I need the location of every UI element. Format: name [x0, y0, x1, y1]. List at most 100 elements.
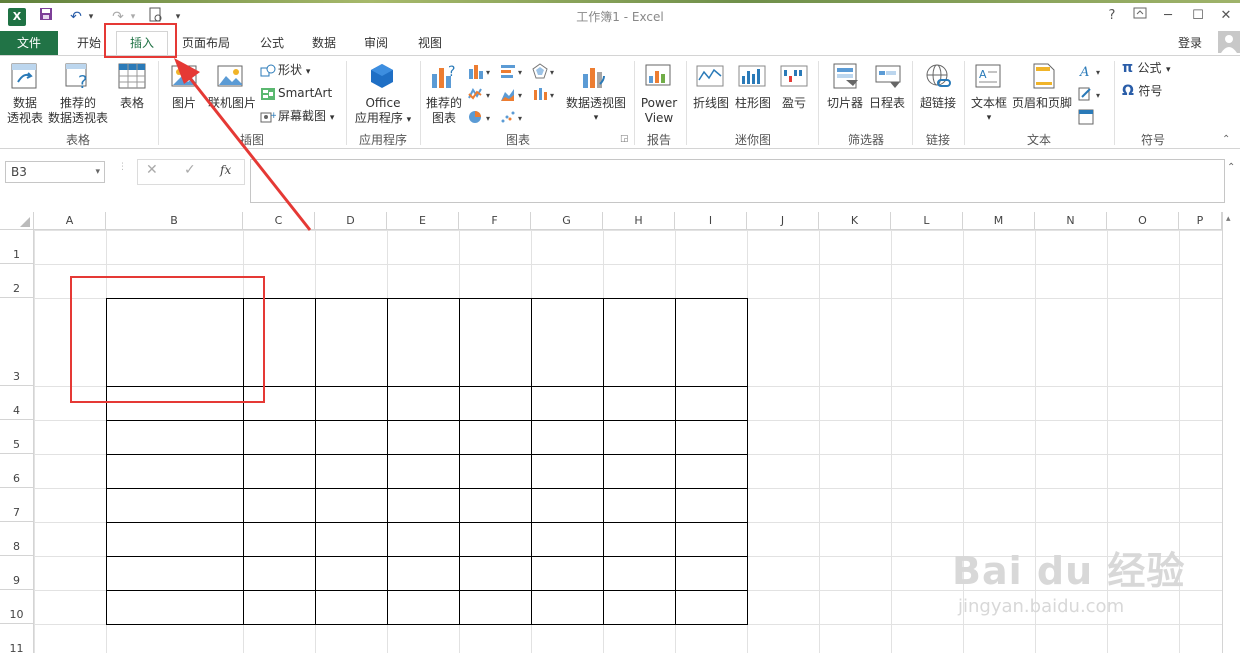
textbox-icon: A — [974, 62, 1002, 94]
group-label-symbols: 符号 — [1140, 133, 1165, 147]
slicer-icon — [832, 62, 860, 94]
charts-dialog-launcher-icon[interactable]: ◲ — [620, 134, 629, 144]
table-icon — [118, 62, 146, 94]
maximize-icon[interactable]: ☐ — [1186, 6, 1210, 26]
ribbon-separator — [686, 61, 687, 145]
omega-icon: Ω — [1122, 83, 1134, 99]
recommended-pivot-icon: ? — [64, 62, 92, 94]
equation-dropdown-icon: ▾ — [1166, 65, 1171, 75]
sparkline-line-button[interactable]: 折线图 — [690, 96, 732, 111]
office-apps-label-1: Office — [365, 96, 401, 110]
textbox-button[interactable]: 文本框 ▾ — [966, 96, 1012, 126]
formula-bar-grip-icon[interactable]: ⋮ — [118, 162, 127, 172]
close-icon[interactable]: ✕ — [1214, 6, 1238, 26]
equation-button[interactable]: π 公式 ▾ — [1122, 61, 1171, 78]
sparkline-winloss-button[interactable]: 盈亏 — [776, 96, 812, 111]
recommended-charts-label-2: 图表 — [431, 111, 456, 125]
scroll-up-icon[interactable]: ▴ — [1226, 214, 1231, 224]
svg-text:▾: ▾ — [518, 91, 522, 100]
pie-chart-icon[interactable]: ▾ — [468, 109, 494, 129]
ribbon-separator — [346, 61, 347, 145]
recommended-pivot-label-1: 推荐的 — [59, 96, 96, 110]
office-apps-icon — [368, 62, 396, 94]
pivot-table-button[interactable]: 数据 透视表 — [4, 96, 46, 126]
office-apps-label-2: 应用程序 ▾ — [354, 111, 412, 125]
expand-formula-bar-icon[interactable]: ⌃ — [1227, 162, 1235, 173]
signature-line-icon[interactable]: ▾ — [1078, 86, 1104, 106]
recommended-pivot-button[interactable]: 推荐的 数据透视表 — [46, 96, 110, 126]
ribbon-separator — [158, 61, 159, 145]
pivot-chart-dropdown-icon: ▾ — [593, 113, 599, 123]
sparkline-line-icon — [696, 62, 724, 94]
group-label-tables: 表格 — [65, 133, 90, 147]
pivot-chart-icon — [580, 62, 608, 94]
baidu-watermark-url: jingyan.baidu.com — [958, 596, 1125, 617]
symbol-button[interactable]: Ω 符号 — [1122, 84, 1162, 99]
hyperlink-button[interactable]: 超链接 — [916, 96, 960, 111]
slicer-button[interactable]: 切片器 — [824, 96, 866, 111]
avatar[interactable] — [1218, 31, 1240, 53]
recommended-charts-icon: ? — [430, 62, 458, 94]
office-apps-button[interactable]: Office 应用程序 ▾ — [350, 96, 416, 128]
group-label-charts: 图表 — [505, 133, 530, 147]
area-chart-icon[interactable]: ▾ — [500, 86, 526, 106]
table-button[interactable]: 表格 — [112, 96, 152, 111]
pivot-table-icon — [10, 62, 38, 94]
recommended-charts-label-1: 推荐的 — [425, 96, 462, 110]
minimize-icon[interactable]: ─ — [1156, 6, 1180, 26]
collapse-ribbon-icon[interactable]: ⌃ — [1222, 134, 1230, 145]
stock-chart-icon[interactable]: ▾ — [532, 86, 558, 106]
svg-text:▾: ▾ — [518, 114, 522, 123]
ribbon-display-options-icon[interactable] — [1128, 6, 1152, 26]
textbox-dropdown-icon: ▾ — [986, 113, 992, 123]
annotation-arrow — [174, 58, 312, 231]
svg-text:▾: ▾ — [550, 91, 554, 100]
wordart-icon[interactable]: A ▾ — [1078, 63, 1104, 83]
svg-text:▾: ▾ — [486, 68, 490, 77]
timeline-button[interactable]: 日程表 — [866, 96, 908, 111]
svg-text:▾: ▾ — [1096, 91, 1100, 100]
excel-app-icon: X — [8, 8, 26, 26]
annotation-highlight-cell-b3 — [70, 276, 265, 403]
column-chart-icon[interactable]: ▾ — [468, 63, 494, 83]
help-icon[interactable]: ? — [1100, 6, 1124, 26]
svg-text:?: ? — [448, 64, 455, 80]
pi-icon: π — [1122, 60, 1134, 76]
cancel-entry-button[interactable]: ✕ — [146, 162, 158, 178]
login-link[interactable]: 登录 — [1178, 31, 1202, 55]
header-footer-icon — [1030, 62, 1058, 94]
header-footer-button[interactable]: 页眉和页脚 — [1010, 96, 1074, 111]
undo-icon[interactable]: ↶ — [66, 7, 86, 27]
svg-text:▾: ▾ — [1096, 68, 1100, 77]
save-icon[interactable] — [36, 7, 56, 27]
tab-view[interactable]: 视图 — [410, 31, 450, 55]
svg-text:▾: ▾ — [550, 68, 554, 77]
recommended-pivot-label-2: 数据透视表 — [47, 111, 108, 125]
scatter-chart-icon[interactable]: ▾ — [500, 109, 526, 129]
svg-text:A: A — [1079, 65, 1089, 79]
line-chart-icon[interactable]: ▾ — [468, 86, 494, 106]
svg-text:▾: ▾ — [486, 91, 490, 100]
sparkline-column-button[interactable]: 柱形图 — [732, 96, 774, 111]
power-view-button[interactable]: Power View — [636, 96, 682, 126]
name-box[interactable]: B3 ▾ — [5, 161, 105, 183]
radar-chart-icon[interactable]: ▾ — [532, 63, 558, 83]
bar-chart-icon[interactable]: ▾ — [500, 63, 526, 83]
vertical-scrollbar[interactable] — [1222, 212, 1240, 653]
undo-dropdown-icon[interactable]: ▾ — [86, 7, 96, 27]
tab-review[interactable]: 审阅 — [358, 31, 394, 55]
pivot-chart-button[interactable]: 数据透视图 ▾ — [560, 96, 632, 126]
pivot-table-label-2: 透视表 — [6, 111, 43, 125]
tab-file[interactable]: 文件 — [0, 31, 58, 55]
pivot-table-label-1: 数据 — [12, 96, 37, 110]
sparkline-column-icon — [738, 62, 766, 94]
group-label-filters: 筛选器 — [847, 133, 884, 147]
formula-input[interactable] — [250, 159, 1225, 203]
object-icon[interactable] — [1078, 109, 1094, 129]
ribbon-separator — [634, 61, 635, 145]
group-label-links: 链接 — [925, 133, 950, 147]
textbox-label: 文本框 — [970, 96, 1007, 110]
recommended-charts-button[interactable]: 推荐的 图表 — [422, 96, 466, 126]
window-top-strip — [0, 0, 1240, 3]
svg-text:A: A — [979, 68, 987, 81]
